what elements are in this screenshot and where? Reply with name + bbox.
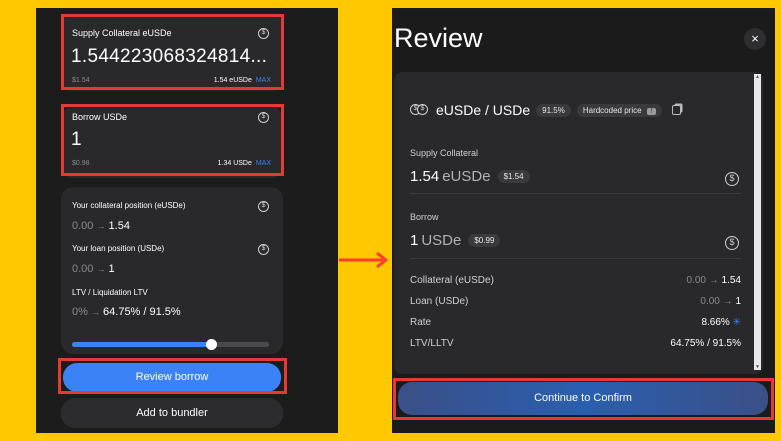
arrow-right-icon: → bbox=[96, 221, 106, 231]
divider bbox=[410, 193, 741, 194]
summary-label: Loan (USDe) bbox=[410, 296, 469, 307]
review-supply-token: eUSDe bbox=[442, 168, 491, 185]
supply-collateral-label: Supply Collateral bbox=[410, 148, 479, 158]
ltv-slider-track[interactable] bbox=[72, 339, 269, 350]
review-borrow-usd: $0.99 bbox=[468, 234, 501, 247]
review-borrow-amount: 1 bbox=[410, 232, 419, 249]
usde-token-icon: $ bbox=[258, 244, 269, 255]
summary-label: Collateral (eUSDe) bbox=[410, 275, 494, 286]
arrow-right-icon: → bbox=[96, 264, 106, 274]
arrow-right-icon: → bbox=[722, 296, 733, 307]
summary-from: 0.00 bbox=[700, 296, 720, 307]
borrow-label: Borrow bbox=[410, 212, 439, 222]
copy-icon[interactable] bbox=[671, 105, 681, 115]
summary-row-collateral: Collateral (eUSDe) 0.00 → 1.54 bbox=[410, 275, 741, 286]
eusde-token-icon: $ bbox=[725, 172, 739, 186]
add-to-bundler-button[interactable]: Add to bundler bbox=[61, 398, 283, 428]
rate-value: 8.66% bbox=[701, 317, 730, 328]
loan-to: 1 bbox=[108, 263, 115, 275]
review-content-card: $ $ eUSDe / USDe 91.5% Hardcoded price !… bbox=[394, 72, 763, 374]
confirm-button-highlight-box bbox=[393, 378, 774, 420]
summary-to: 1.54 bbox=[721, 275, 741, 286]
review-supply-amount: 1.54 bbox=[410, 168, 440, 185]
flow-arrow bbox=[339, 250, 391, 270]
info-icon: ! bbox=[646, 107, 656, 115]
close-button[interactable]: × bbox=[744, 28, 766, 50]
summary-row-loan: Loan (USDe) 0.00 → 1 bbox=[410, 296, 741, 307]
supply-highlight-box bbox=[61, 14, 284, 90]
scroll-up-icon[interactable]: ▲ bbox=[754, 74, 761, 80]
divider bbox=[410, 258, 741, 259]
summary-row-ltv: LTV/LLTV 64.75% / 91.5% bbox=[410, 338, 741, 349]
ltv-slider-handle[interactable] bbox=[206, 339, 218, 350]
market-pair: eUSDe / USDe bbox=[436, 102, 531, 118]
review-title: Review bbox=[394, 23, 483, 53]
scroll-down-icon[interactable]: ▼ bbox=[754, 364, 761, 370]
borrow-highlight-box bbox=[61, 104, 284, 176]
rewards-sparkle-icon: ✳ bbox=[732, 317, 741, 328]
collateral-to: 1.54 bbox=[108, 220, 130, 232]
review-button-highlight-box bbox=[58, 358, 287, 394]
ltv-value: 64.75% / 91.5% bbox=[670, 338, 741, 349]
review-borrow-token: USDe bbox=[421, 232, 462, 249]
modal-scrollbar[interactable]: ▲ ▼ bbox=[754, 74, 761, 370]
review-supply-usd: $1.54 bbox=[497, 170, 530, 183]
market-pair-icon: $ $ bbox=[410, 103, 430, 117]
loan-position-label: Your loan position (USDe) bbox=[72, 244, 165, 253]
lltv-badge: 91.5% bbox=[536, 103, 571, 117]
arrow-right-icon: → bbox=[90, 307, 100, 317]
hardcoded-price-label: Hardcoded price bbox=[582, 105, 642, 115]
summary-from: 0.00 bbox=[686, 275, 706, 286]
review-modal: Review × $ $ eUSDe / USDe 91.5% Hardcode… bbox=[392, 8, 775, 433]
collateral-from: 0.00 bbox=[72, 220, 94, 232]
summary-row-rate: Rate 8.66% ✳ bbox=[410, 317, 741, 328]
eusde-token-icon: $ bbox=[258, 201, 269, 212]
collateral-position-label: Your collateral position (eUSDe) bbox=[72, 201, 186, 210]
position-card: Your collateral position (eUSDe) $ 0.00 … bbox=[61, 187, 283, 354]
close-icon: × bbox=[751, 31, 759, 46]
add-to-bundler-label: Add to bundler bbox=[136, 407, 208, 419]
usde-token-icon: $ bbox=[725, 236, 739, 250]
summary-to: 1 bbox=[735, 296, 741, 307]
loan-from: 0.00 bbox=[72, 263, 94, 275]
ltv-label: LTV / Liquidation LTV bbox=[72, 288, 148, 297]
ltv-slider-fill bbox=[72, 342, 212, 347]
arrow-right-icon: → bbox=[708, 275, 719, 286]
hardcoded-price-badge: Hardcoded price ! bbox=[576, 103, 662, 117]
ltv-from: 0% bbox=[72, 306, 88, 318]
ltv-to: 64.75% / 91.5% bbox=[103, 306, 181, 318]
summary-label: LTV/LLTV bbox=[410, 338, 454, 349]
summary-label: Rate bbox=[410, 317, 432, 328]
